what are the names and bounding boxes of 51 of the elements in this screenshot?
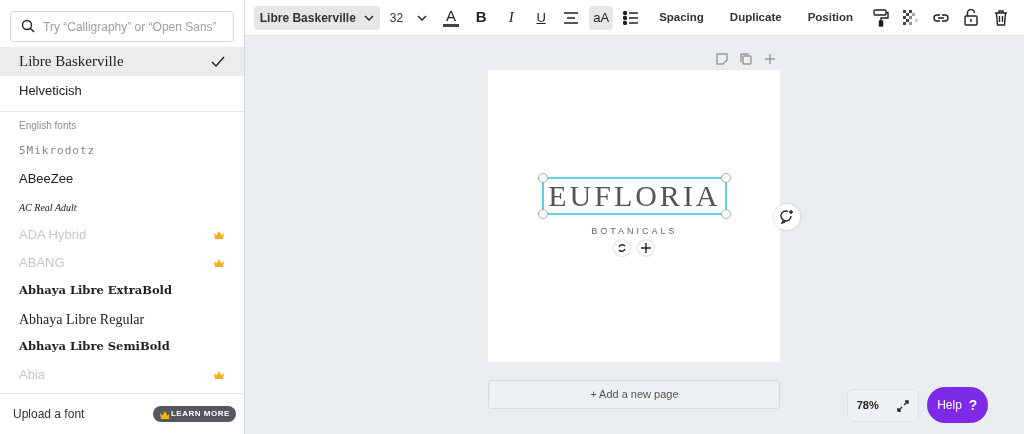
rotate-icon xyxy=(617,243,628,254)
resize-handle[interactable] xyxy=(720,208,731,219)
section-title: English fonts xyxy=(0,111,244,137)
paint-roller-icon[interactable] xyxy=(873,8,889,27)
padlock-icon[interactable] xyxy=(964,9,978,26)
logo-title[interactable]: EUFLORIA xyxy=(548,178,721,213)
resize-handle[interactable] xyxy=(538,172,549,183)
letter-case-button[interactable]: aA xyxy=(589,5,614,30)
caret-icon xyxy=(417,14,428,21)
check-icon xyxy=(210,56,225,67)
crown-icon xyxy=(212,230,225,240)
expand-icon[interactable] xyxy=(896,399,909,412)
align-center-icon[interactable] xyxy=(563,10,580,25)
resize-handle[interactable] xyxy=(538,208,549,219)
link-icon[interactable] xyxy=(933,11,949,24)
toolbar-button[interactable]: Duplicate xyxy=(719,5,792,30)
italic-button[interactable]: I xyxy=(499,5,524,30)
font-list-item[interactable]: Libre Baskerville xyxy=(0,47,244,76)
crown-icon xyxy=(212,370,225,380)
caret-icon xyxy=(363,14,374,21)
font-list-item[interactable]: Helveticish xyxy=(0,76,244,105)
font-list-item[interactable]: ABeeZee xyxy=(0,165,244,193)
font-list-item[interactable]: 5Mikrodotz xyxy=(0,137,244,165)
font-list-item[interactable]: AC Real Adult xyxy=(0,193,244,221)
move-handle[interactable] xyxy=(638,240,655,257)
font-list-item[interactable]: Abhaya Libre Regular xyxy=(0,305,244,333)
move-icon xyxy=(641,243,652,254)
zoom-level: 78% xyxy=(856,398,879,414)
font-dropdown[interactable]: Libre Baskerville xyxy=(253,5,380,30)
search-field[interactable]: Try “Calligraphy” or “Open Sans” xyxy=(10,11,234,42)
font-size-dropdown[interactable]: 32 xyxy=(381,8,436,27)
font-list-item[interactable]: Abhaya Libre ExtraBold xyxy=(0,277,244,305)
list-icon[interactable] xyxy=(623,10,640,25)
add-page-button[interactable]: + Add a new page xyxy=(488,380,781,409)
font-list-item[interactable]: Abhaya Libre SemiBold xyxy=(0,333,244,361)
trash-icon[interactable] xyxy=(994,9,1008,26)
rotate-handle[interactable] xyxy=(614,240,631,257)
checkerboard-icon[interactable] xyxy=(903,9,919,26)
crown-icon xyxy=(159,409,169,419)
help-button[interactable]: Help ? xyxy=(926,387,988,423)
text-color-button[interactable]: A xyxy=(439,5,464,30)
comment-icon xyxy=(779,210,794,224)
upload-font-link[interactable]: Upload a font xyxy=(13,405,85,423)
toolbar-button[interactable]: Spacing xyxy=(649,5,714,30)
resize-handle[interactable] xyxy=(720,172,731,183)
crown-icon xyxy=(212,258,225,268)
learn-more-badge[interactable]: LEARN MORE xyxy=(153,406,236,422)
bold-button[interactable]: B xyxy=(469,5,494,30)
logo-subtitle: BOTANICALS xyxy=(591,224,678,238)
toolbar-button[interactable]: Position xyxy=(797,5,863,30)
underline-button[interactable]: U xyxy=(529,5,554,30)
